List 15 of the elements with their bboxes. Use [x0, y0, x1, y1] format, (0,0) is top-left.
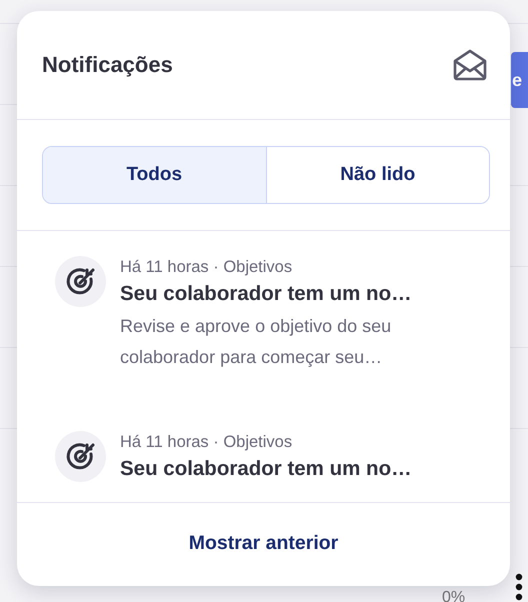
target-icon — [64, 440, 96, 472]
notification-title[interactable]: Seu colaborador tem um no… — [120, 453, 490, 485]
panel-title: Notificações — [42, 52, 173, 78]
notification-description: Revise e aprove o objetivo do seu colaborador para começar seu… — [120, 315, 392, 369]
notification-title[interactable]: Seu colaborador tem um no… — [120, 278, 490, 310]
more-icon[interactable] — [515, 573, 523, 602]
page-button[interactable]: e — [511, 52, 528, 108]
percent-label: 0% — [442, 590, 466, 602]
target-icon — [64, 266, 96, 298]
show-earlier-link[interactable]: Mostrar anterior — [188, 532, 338, 555]
filter-tab[interactable]: Todos — [43, 147, 266, 203]
notification-meta: Há 11 horas · Objetivos — [120, 432, 294, 453]
mail-open-icon[interactable] — [453, 49, 487, 81]
filter-tab[interactable]: Não lido — [266, 147, 489, 203]
notification-meta: Há 11 horas · Objetivos — [120, 257, 294, 278]
